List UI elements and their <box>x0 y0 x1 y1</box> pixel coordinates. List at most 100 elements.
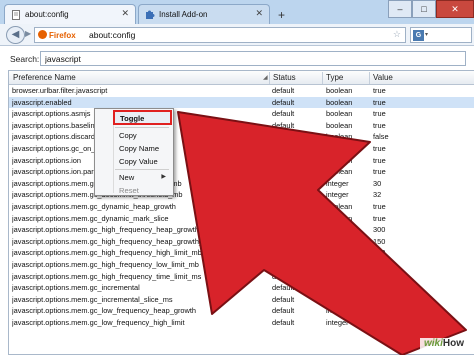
tab-about-config[interactable]: about:config ✕ <box>4 4 136 24</box>
sort-arrow-icon: ◢ <box>263 75 268 81</box>
pref-value: true <box>373 86 386 95</box>
maximize-button[interactable]: □ <box>412 0 436 18</box>
table-row[interactable]: javascript.options.mem.gc_low_frequency_… <box>9 305 474 317</box>
web-search-box[interactable]: G ▾ <box>410 27 472 43</box>
table-row[interactable]: javascript.options.mem.gc_high_frequency… <box>9 259 474 271</box>
identity-badge[interactable]: Firefox <box>38 30 76 40</box>
back-button[interactable]: ◀ <box>6 26 25 44</box>
chevron-down-icon[interactable]: ▾ <box>425 31 428 38</box>
pref-name: javascript.options.mem.gc_high_frequency… <box>12 236 215 246</box>
pref-status: default <box>272 236 295 246</box>
column-divider[interactable] <box>269 72 270 84</box>
pref-value: true <box>373 283 386 293</box>
table-row[interactable]: javascript.options.gc_on_m default boolean… <box>9 143 474 155</box>
close-window-button[interactable]: ✕ <box>436 0 474 18</box>
pref-status: default <box>272 248 295 258</box>
pref-value: 100 <box>373 259 386 269</box>
pref-type: boolean <box>326 155 353 165</box>
pref-type: integer <box>326 248 349 258</box>
pref-name: browser.urlbar.filter.javascript <box>12 86 108 95</box>
table-row[interactable]: javascript.options.mem.gc_high_frequency… <box>9 247 474 259</box>
column-header-status[interactable]: Status <box>273 73 296 82</box>
pref-type: integer <box>326 259 349 269</box>
wikihow-watermark: wikiHow <box>419 338 468 352</box>
preferences-table: Preference Name ◢ Status Type Value brow… <box>8 70 474 355</box>
pref-status: default <box>272 306 295 316</box>
table-row[interactable]: javascript.options.mem.gc_high_frequency… <box>9 236 474 248</box>
menu-item-new[interactable]: New ▶ <box>96 171 172 184</box>
pref-name: javascript.options.mem.gc_incremental_sl… <box>12 294 173 304</box>
pref-type: boolean <box>326 109 353 119</box>
url-bar[interactable]: Firefox about:config ☆ <box>34 27 406 43</box>
table-row[interactable]: javascript.options.discardS default boolea… <box>9 131 474 143</box>
column-divider[interactable] <box>322 72 323 84</box>
table-row[interactable]: javascript.options.asmjs default boolean tr… <box>9 108 474 120</box>
pref-value: true <box>373 143 386 153</box>
table-row[interactable]: javascript.options.mem.gc_dynamic_mark_s… <box>9 213 474 225</box>
table-row[interactable]: javascript.options.mem.gc_high_frequency… <box>9 224 474 236</box>
table-row[interactable]: javascript.enabled default boolean true <box>9 96 474 109</box>
menu-item-toggle[interactable]: Toggle <box>113 110 172 125</box>
pref-value: true <box>373 213 386 223</box>
close-tab-icon[interactable]: ✕ <box>255 8 263 19</box>
pref-value: 500 <box>373 248 386 258</box>
pref-type: boolean <box>326 86 353 95</box>
column-header-name[interactable]: Preference Name <box>13 73 76 82</box>
table-row[interactable]: javascript.options.ion.paral default boole… <box>9 166 474 178</box>
table-row[interactable]: javascript.options.mem.gc_allocation_thr… <box>9 178 474 190</box>
browser-window: about:config ✕ Install Add-on ✕ + – □ ✕ … <box>0 0 474 355</box>
pref-status: default <box>272 201 295 211</box>
pref-name: javascript.options.mem.gc_high_frequency… <box>12 248 202 258</box>
column-header-value[interactable]: Value <box>373 73 393 82</box>
table-row[interactable]: javascript.options.mem.gc_incremental_sl… <box>9 294 474 306</box>
menu-item-copy-value[interactable]: Copy Value <box>96 155 172 168</box>
search-engine-icon[interactable]: G <box>413 30 424 41</box>
window-controls: – □ ✕ <box>388 0 474 18</box>
table-row[interactable]: javascript.options.mem.gc_decommit_thres… <box>9 189 474 201</box>
table-row[interactable]: javascript.options.mem.gc_low_frequency_… <box>9 317 474 329</box>
pref-status: default <box>272 109 295 119</box>
table-row[interactable]: javascript.options.baselinej default boole… <box>9 120 474 132</box>
pref-type: integer <box>326 236 349 246</box>
pref-name: javascript.options.mem.gc_low_frequency_… <box>12 306 197 316</box>
context-menu: Toggle Copy Copy Name Copy Value New ▶ Re… <box>94 108 174 196</box>
pref-type: boolean <box>326 213 353 223</box>
menu-separator <box>115 169 169 170</box>
bookmark-star-icon[interactable]: ☆ <box>393 29 401 40</box>
minimize-button[interactable]: – <box>388 0 412 18</box>
pref-type: boolean <box>326 132 353 142</box>
pref-status: default <box>272 225 295 235</box>
pref-type: integer <box>326 178 349 188</box>
forward-button[interactable]: ▶ <box>25 29 31 38</box>
column-header-type[interactable]: Type <box>326 73 343 82</box>
pref-type: boolean <box>326 97 353 107</box>
close-tab-icon[interactable]: ✕ <box>121 8 129 19</box>
table-row[interactable]: javascript.options.mem.gc_dynamic_heap_g… <box>9 201 474 213</box>
pref-type: integer <box>326 190 349 200</box>
pref-type: boolean <box>326 167 353 177</box>
table-row[interactable]: javascript.options.mem.gc_incremental def… <box>9 282 474 294</box>
table-row[interactable]: browser.urlbar.filter.javascript default b… <box>9 85 474 97</box>
tab-install-addon[interactable]: Install Add-on ✕ <box>138 4 270 24</box>
pref-value: 32 <box>373 190 382 200</box>
pref-status: default <box>272 294 295 304</box>
menu-item-reset: Reset <box>119 186 139 195</box>
pref-status: default <box>272 167 295 177</box>
pref-value: true <box>373 97 386 107</box>
pref-name: javascript.options.mem.gc_low_frequency_… <box>12 317 185 327</box>
pref-status: default <box>272 317 295 327</box>
search-input[interactable] <box>40 51 466 66</box>
config-search-row: Search: <box>0 47 474 69</box>
menu-item-copy-name[interactable]: Copy Name <box>96 142 172 155</box>
menu-item-copy[interactable]: Copy <box>96 129 172 142</box>
preference-rows: browser.urlbar.filter.javascript default b… <box>9 85 474 328</box>
new-tab-button[interactable]: + <box>278 8 285 22</box>
pref-value: 30 <box>373 178 382 188</box>
pref-value: 100 <box>373 317 386 327</box>
pref-value: 300 <box>373 225 386 235</box>
column-divider[interactable] <box>369 72 370 84</box>
tab-strip: about:config ✕ Install Add-on ✕ + – □ ✕ <box>0 0 474 24</box>
table-row[interactable]: javascript.options.ion default boolean true <box>9 155 474 167</box>
pref-value: 150 <box>373 306 386 316</box>
table-row[interactable]: javascript.options.mem.gc_high_frequency… <box>9 271 474 283</box>
